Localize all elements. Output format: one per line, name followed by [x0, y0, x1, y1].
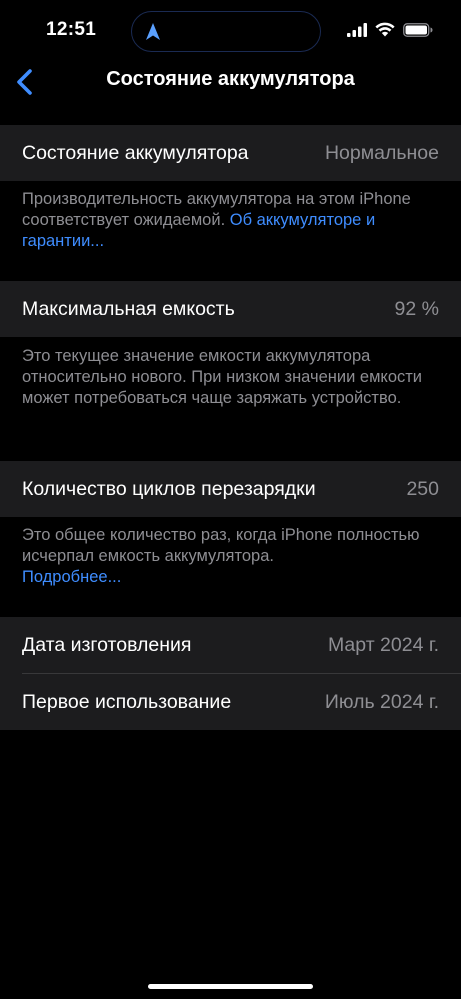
manufacture-date-row: Дата изготовления Март 2024 г.	[0, 617, 461, 673]
battery-health-cell: Состояние аккумулятора Нормальное	[0, 125, 461, 181]
dates-cell: Дата изготовления Март 2024 г. Первое ис…	[0, 617, 461, 730]
page-title: Состояние аккумулятора	[106, 68, 355, 90]
cycle-count-value: 250	[406, 477, 439, 500]
first-use-value: Июль 2024 г.	[324, 690, 439, 713]
status-icons	[347, 22, 433, 37]
max-capacity-cell: Максимальная емкость 92 %	[0, 281, 461, 337]
wifi-icon	[375, 22, 395, 37]
navigation-bar: Состояние аккумулятора	[0, 60, 461, 104]
max-capacity-label: Максимальная емкость	[22, 297, 235, 320]
first-use-label: Первое использование	[22, 690, 232, 713]
battery-health-footer: Производительность аккумулятора на этом …	[22, 189, 442, 252]
status-time: 12:51	[46, 19, 97, 40]
battery-icon	[403, 22, 433, 37]
max-capacity-value: 92 %	[394, 297, 439, 320]
cycle-count-label: Количество циклов перезарядки	[22, 477, 316, 500]
learn-more-link[interactable]: Подробнее...	[22, 568, 121, 586]
location-arrow-icon	[146, 23, 160, 40]
home-indicator[interactable]	[148, 984, 313, 989]
battery-health-label: Состояние аккумулятора	[22, 141, 249, 164]
cycle-count-footer-text: Это общее количество раз, когда iPhone п…	[22, 526, 420, 565]
dynamic-island[interactable]	[131, 11, 321, 52]
cycle-count-footer: Это общее количество раз, когда iPhone п…	[22, 525, 442, 588]
manufacture-date-label: Дата изготовления	[22, 633, 192, 656]
manufacture-date-value: Март 2024 г.	[327, 633, 439, 656]
status-bar: 12:51	[0, 0, 461, 62]
battery-health-value: Нормальное	[324, 141, 439, 164]
cycle-count-cell: Количество циклов перезарядки 250	[0, 461, 461, 517]
signal-icon	[347, 22, 367, 37]
first-use-row: Первое использование Июль 2024 г.	[0, 674, 461, 730]
max-capacity-footer: Это текущее значение емкости аккумулятор…	[22, 347, 423, 407]
